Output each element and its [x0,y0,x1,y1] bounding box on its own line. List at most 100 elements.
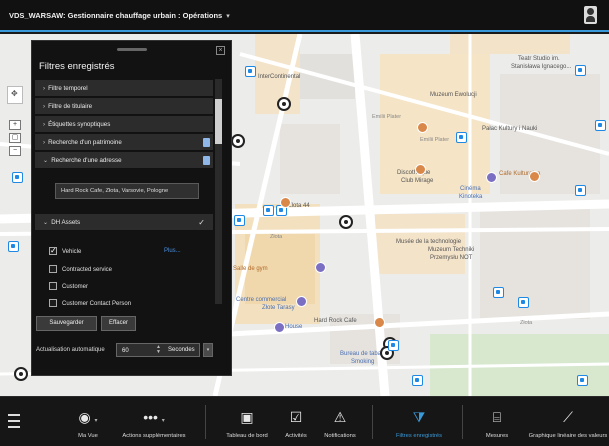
filter-row-dh-assets[interactable]: ⌄ DH Assets ✓ [35,214,213,231]
checkbox-vehicle[interactable]: Vehicle [49,246,81,259]
map-label: InterContinental [258,74,301,80]
checkbox-contracted-service[interactable]: Contracted service [49,265,112,277]
map-label: Muzeum Techniki [428,247,475,253]
filter-row-label: Filtre de titulaire [48,103,93,110]
filter-row-holder[interactable]: › Filtre de titulaire [35,98,213,115]
poi-icon[interactable] [415,164,426,175]
user-avatar-icon[interactable] [584,6,597,24]
map-label: Kinoteka [459,194,483,200]
collapse-arrow-icon: ⌄ [43,157,49,164]
asset-marker[interactable] [456,132,467,143]
filter-icon: ⧩ [412,409,426,425]
toolbar-measures[interactable]: ⌸ Mesures [480,397,514,446]
close-icon[interactable]: × [216,46,225,55]
active-filter-badge [203,138,210,147]
map-label: Salle de gym [233,266,268,272]
checkbox[interactable] [49,282,57,291]
app-title-text: VDS_WARSAW: Gestionnaire chauffage urbai… [9,11,223,20]
poi-icon[interactable] [274,322,285,333]
toolbar-separator [372,405,373,439]
spinner-arrows-icon[interactable]: ▲ ▼ [156,345,161,355]
pan-control[interactable]: ✥ [7,86,23,104]
asset-pin[interactable] [277,97,291,111]
filter-row-label: Filtre temporel [48,85,88,92]
asset-marker[interactable] [263,205,274,216]
map-label: Stanisława Ignacego... [511,64,572,70]
asset-marker[interactable] [518,297,529,308]
map-label: House [285,324,303,330]
checkbox-customer[interactable]: Customer [49,282,88,294]
asset-marker[interactable] [12,172,23,183]
poi-icon[interactable] [374,317,385,328]
asset-marker[interactable] [493,287,504,298]
toolbar-label: Actions supplémentaires [122,433,186,439]
map-label: Emilii Plater [372,114,402,120]
scrollbar-thumb[interactable] [215,99,222,144]
auto-refresh-unit[interactable]: Secondes [168,343,203,357]
asset-marker[interactable] [245,66,256,77]
poi-icon[interactable] [486,172,497,183]
asset-pin[interactable] [14,367,28,381]
address-search-input[interactable]: Hard Rock Cafe, Złota, Varsovie, Pologne [55,183,199,199]
map-label: Smoking [351,359,375,365]
zoom-out-button[interactable]: − [9,146,21,156]
map-label: Bureau de tabac [340,351,385,357]
expand-arrow-icon: › [43,139,46,146]
poi-icon[interactable] [417,122,428,133]
filter-row-address-search[interactable]: ⌄ Recherche d'une adresse [35,152,213,169]
asset-marker[interactable] [8,241,19,252]
filter-row-time[interactable]: › Filtre temporel [35,80,213,97]
toolbar-saved-filters[interactable]: ⧩ Filtres enregistrés [390,397,448,446]
auto-refresh-value: 60 [122,348,129,354]
toolbar-dashboard[interactable]: ▣ Tableau de bord [218,397,276,446]
panel-scrollbar[interactable] [215,79,222,304]
poi-icon[interactable] [280,197,291,208]
map-label: Złota [520,320,533,326]
chevron-down-icon[interactable]: ▾ [203,343,213,357]
filter-row-label: Recherche d'un patrimoine [48,139,122,146]
app-root: VDS_WARSAW: Gestionnaire chauffage urbai… [0,0,609,446]
clear-button[interactable]: Effacer [101,316,136,331]
asset-marker[interactable] [234,215,245,226]
line-chart-icon: ⟋ [563,409,573,425]
panel-drag-handle[interactable] [117,48,147,51]
auto-refresh-label: Actualisation automatique [36,347,105,353]
app-title[interactable]: VDS_WARSAW: Gestionnaire chauffage urbai… [9,11,230,20]
toolbar-line-chart[interactable]: ⟋ Graphique linéaire des valeurs [527,397,609,446]
poi-icon[interactable] [315,262,326,273]
checkbox-label: Customer [62,284,89,290]
asset-marker[interactable] [388,340,399,351]
toolbar-my-view[interactable]: ◉ ▾ Ma Vue [66,397,110,446]
checkbox[interactable] [49,299,57,308]
asset-marker[interactable] [577,375,588,386]
title-caret-icon: ▾ [226,13,230,20]
menu-icon[interactable] [8,414,20,428]
asset-marker[interactable] [575,185,586,196]
zoom-in-button[interactable]: + [9,120,21,130]
map-label: Muzeum Ewolucji [430,92,477,98]
save-button[interactable]: Sauvegarder [36,316,97,331]
asset-pin[interactable] [339,215,353,229]
asset-marker[interactable] [412,375,423,386]
toolbar-label: Ma Vue [78,433,98,439]
checkbox-customer-contact-person[interactable]: Customer Contact Person [49,299,131,311]
filter-row-synoptic-tags[interactable]: › Étiquettes synoptiques [35,116,213,133]
asset-marker[interactable] [595,120,606,131]
filter-row-asset-search[interactable]: › Recherche d'un patrimoine [35,134,213,151]
poi-icon[interactable] [529,171,540,182]
toolbar-notifications[interactable]: ⚠ Notifications [318,397,362,446]
toolbar-label: Activités [285,433,307,439]
checkbox[interactable] [49,246,57,256]
map-label: Przemysłu NOT [430,255,473,261]
expand-arrow-icon: › [43,85,46,92]
checkbox[interactable] [49,265,57,274]
asset-pin[interactable] [231,134,245,148]
poi-icon[interactable] [296,296,307,307]
warning-icon: ⚠ [333,409,347,425]
expand-arrow-icon: › [43,121,46,128]
more-link[interactable]: Plus... [164,248,181,254]
toolbar-more-actions[interactable]: ••• ▾ Actions supplémentaires [116,397,192,446]
asset-marker[interactable] [575,65,586,76]
toolbar-activities[interactable]: ☑ Activités [280,397,312,446]
zoom-reset-button[interactable]: ▢ [9,133,21,143]
